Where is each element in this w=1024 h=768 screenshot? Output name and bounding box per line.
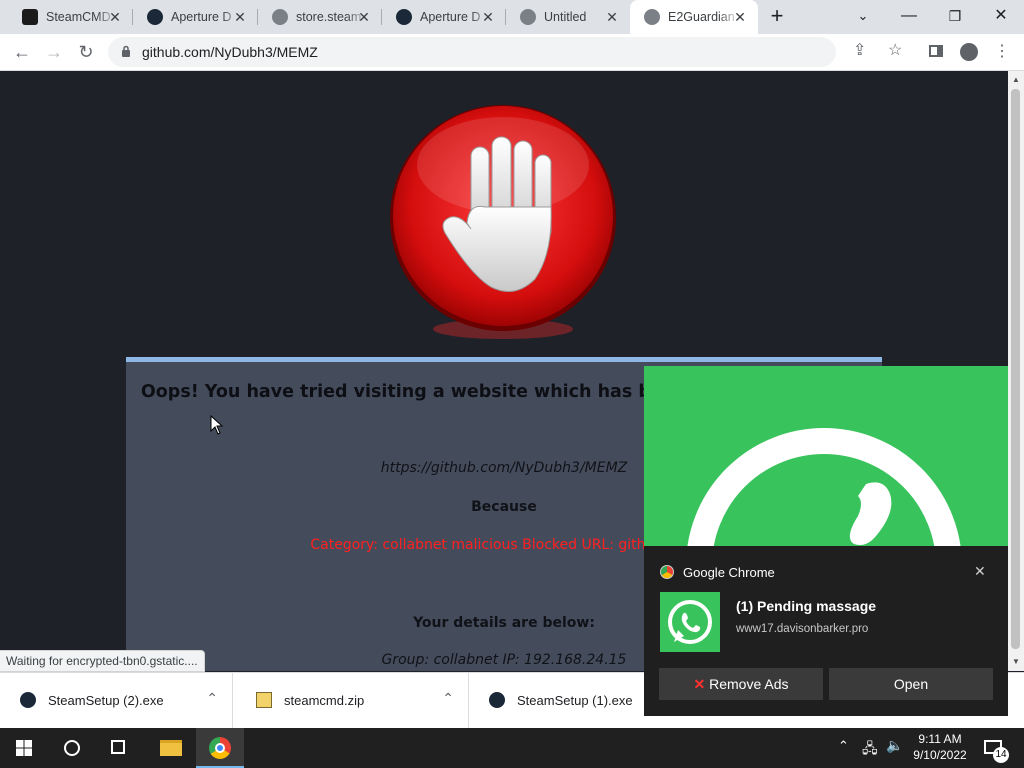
clock[interactable]: 9:11 AM 9/10/2022 — [912, 731, 968, 763]
tab-aperture-2[interactable]: Aperture D ✕ — [382, 0, 506, 34]
tab-title: E2Guardian — [668, 10, 735, 24]
stop-hand-icon — [390, 105, 616, 339]
download-filename: steamcmd.zip — [284, 693, 365, 708]
tab-steamcmd[interactable]: SteamCMD ✕ — [8, 0, 133, 34]
tab-e2guardian[interactable]: E2Guardian ✕ — [630, 0, 758, 34]
side-panel-icon[interactable] — [929, 45, 943, 57]
globe-icon — [272, 9, 288, 25]
close-window-button[interactable]: ✕ — [978, 0, 1024, 34]
new-tab-button[interactable]: + — [754, 0, 800, 34]
show-hidden-icons[interactable]: ⌃ — [838, 738, 849, 754]
tab-aperture-1[interactable]: Aperture D ✕ — [133, 0, 258, 34]
restore-button[interactable]: ❐ — [932, 0, 978, 34]
windows-taskbar: ⌃ 🖧 🔈 9:11 AM 9/10/2022 14 — [0, 728, 1024, 768]
task-view-button[interactable] — [96, 728, 144, 768]
windows-logo-icon — [16, 740, 32, 756]
steam-icon — [20, 692, 36, 708]
steam-db-icon — [22, 9, 38, 25]
zip-icon — [256, 692, 272, 708]
start-button[interactable] — [0, 728, 48, 768]
chrome-notification-toast[interactable]: Google Chrome ✕ (1) Pending massage www1… — [644, 366, 1008, 716]
forward-button[interactable]: → — [42, 40, 66, 64]
steam-icon — [147, 9, 163, 25]
notification-close-icon[interactable]: ✕ — [974, 563, 986, 580]
notification-source: www17.davisonbarker.pro — [736, 623, 869, 635]
share-icon[interactable]: ⇪ — [853, 40, 866, 60]
chrome-icon — [660, 565, 674, 579]
file-explorer-button[interactable] — [146, 728, 194, 768]
download-filename: SteamSetup (1).exe — [517, 693, 633, 708]
chevron-up-icon[interactable]: ⌃ — [206, 690, 218, 707]
notification-app-logo — [660, 592, 720, 652]
steam-icon — [396, 9, 412, 25]
menu-kebab-icon[interactable]: ⋮ — [990, 40, 1014, 64]
volume-icon[interactable]: 🔈 — [886, 737, 903, 754]
close-icon[interactable]: ✕ — [604, 9, 620, 25]
notification-hero-image — [644, 366, 1008, 546]
red-x-icon: ✕ — [693, 676, 706, 692]
back-button[interactable]: ← — [10, 40, 34, 64]
browser-toolbar: ← → ↻ github.com/NyDubh3/MEMZ ⇪ ☆ ⋮ — [0, 34, 1024, 71]
clock-date: 9/10/2022 — [913, 748, 967, 762]
remove-ads-label: Remove Ads — [709, 676, 789, 692]
open-button[interactable]: Open — [829, 668, 993, 700]
scroll-down-icon[interactable]: ▼ — [1012, 657, 1020, 666]
page-scrollbar[interactable]: ▲ ▼ — [1008, 71, 1024, 671]
close-icon[interactable]: ✕ — [732, 9, 748, 25]
download-item[interactable]: steamcmd.zip ⌃ — [236, 673, 469, 728]
notification-app-name: Google Chrome — [683, 565, 775, 580]
folder-icon — [160, 740, 182, 756]
chrome-icon — [209, 737, 231, 759]
network-icon[interactable]: 🖧 — [862, 738, 878, 762]
close-icon[interactable]: ✕ — [232, 9, 248, 25]
steam-icon — [489, 692, 505, 708]
minimize-button[interactable]: — — [886, 0, 932, 34]
profile-avatar[interactable] — [960, 43, 978, 61]
scrollbar-thumb[interactable] — [1011, 89, 1020, 649]
tab-store-steam[interactable]: store.steam ✕ — [258, 0, 382, 34]
globe-icon — [644, 9, 660, 25]
search-button[interactable] — [48, 728, 96, 768]
whatsapp-icon — [668, 600, 712, 644]
chevron-up-icon[interactable]: ⌃ — [442, 690, 454, 707]
remove-ads-button[interactable]: ✕ Remove Ads — [659, 668, 823, 700]
cortana-circle-icon — [64, 740, 80, 756]
notification-title: (1) Pending massage — [736, 598, 877, 614]
status-bubble: Waiting for encrypted-tbn0.gstatic.... — [0, 650, 205, 672]
url-text: github.com/NyDubh3/MEMZ — [142, 44, 318, 60]
chrome-taskbar-button[interactable] — [196, 728, 244, 768]
close-icon[interactable]: ✕ — [107, 9, 123, 25]
lock-icon — [122, 45, 130, 57]
notification-count-badge: 14 — [993, 747, 1009, 763]
whatsapp-logo-icon — [687, 428, 961, 546]
address-bar[interactable]: github.com/NyDubh3/MEMZ ⇪ ☆ — [108, 37, 902, 67]
close-icon[interactable]: ✕ — [480, 9, 496, 25]
globe-icon — [520, 9, 536, 25]
download-item[interactable]: SteamSetup (2).exe ⌃ — [0, 673, 233, 728]
tab-strip: SteamCMD ✕ Aperture D ✕ store.steam ✕ Ap… — [0, 0, 1024, 34]
scroll-up-icon[interactable]: ▲ — [1012, 75, 1020, 84]
bookmark-star-icon[interactable]: ☆ — [888, 40, 902, 60]
tab-search-button[interactable]: ⌄ — [840, 0, 886, 34]
clock-time: 9:11 AM — [918, 732, 962, 746]
reload-button[interactable]: ↻ — [74, 40, 98, 64]
download-filename: SteamSetup (2).exe — [48, 693, 164, 708]
close-icon[interactable]: ✕ — [356, 9, 372, 25]
mouse-cursor-icon — [210, 415, 224, 435]
task-view-icon — [111, 740, 125, 754]
tab-untitled[interactable]: Untitled ✕ — [506, 0, 630, 34]
